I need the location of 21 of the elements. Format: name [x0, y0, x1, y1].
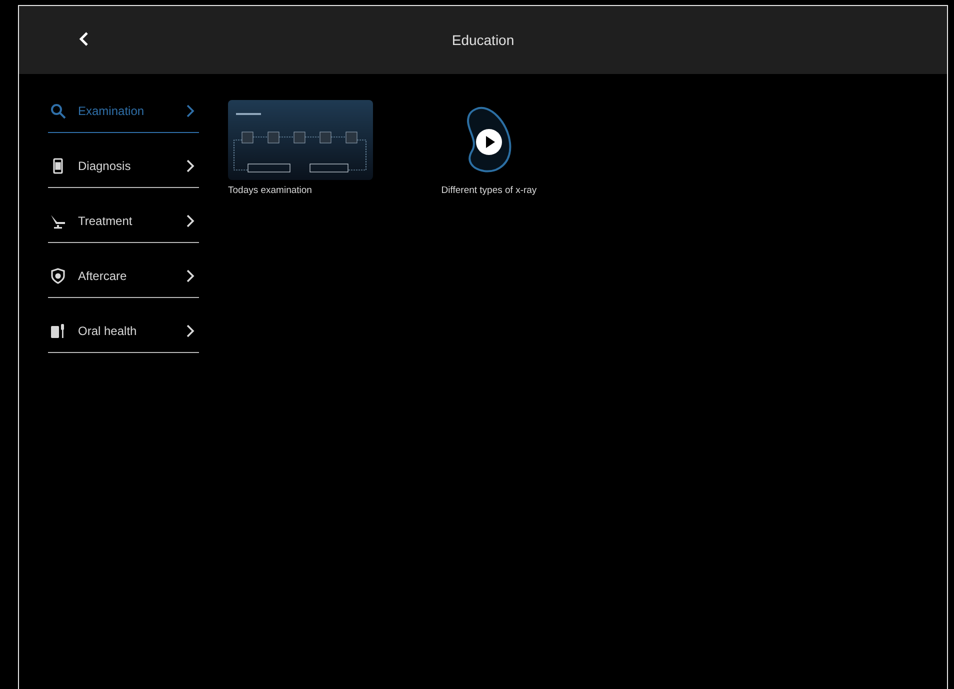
- shield-icon: [50, 268, 66, 284]
- chevron-right-icon: [186, 159, 195, 173]
- chevron-right-icon: [186, 104, 195, 118]
- sidebar-item[interactable]: Examination: [48, 90, 199, 133]
- sidebar-item[interactable]: Diagnosis: [48, 145, 199, 188]
- chevron-right-icon: [186, 324, 195, 338]
- sidebar-item[interactable]: Oral health: [48, 310, 199, 353]
- video-thumbnail[interactable]: [464, 105, 514, 175]
- chevron-right-icon: [186, 269, 195, 283]
- chair-icon: [50, 213, 66, 229]
- diagram-thumbnail[interactable]: [228, 100, 373, 180]
- search-icon: [50, 103, 66, 119]
- page-title: Education: [452, 32, 514, 48]
- bottle-icon: [50, 323, 66, 339]
- phone-icon: [50, 158, 66, 174]
- card-title: Todays examination: [228, 185, 312, 196]
- sidebar-item[interactable]: Treatment: [48, 200, 199, 243]
- chevron-right-icon: [186, 214, 195, 228]
- chevron-left-icon: [79, 32, 89, 46]
- card-title: Different types of x-ray: [441, 185, 537, 196]
- sidebar-item[interactable]: Aftercare: [48, 255, 199, 298]
